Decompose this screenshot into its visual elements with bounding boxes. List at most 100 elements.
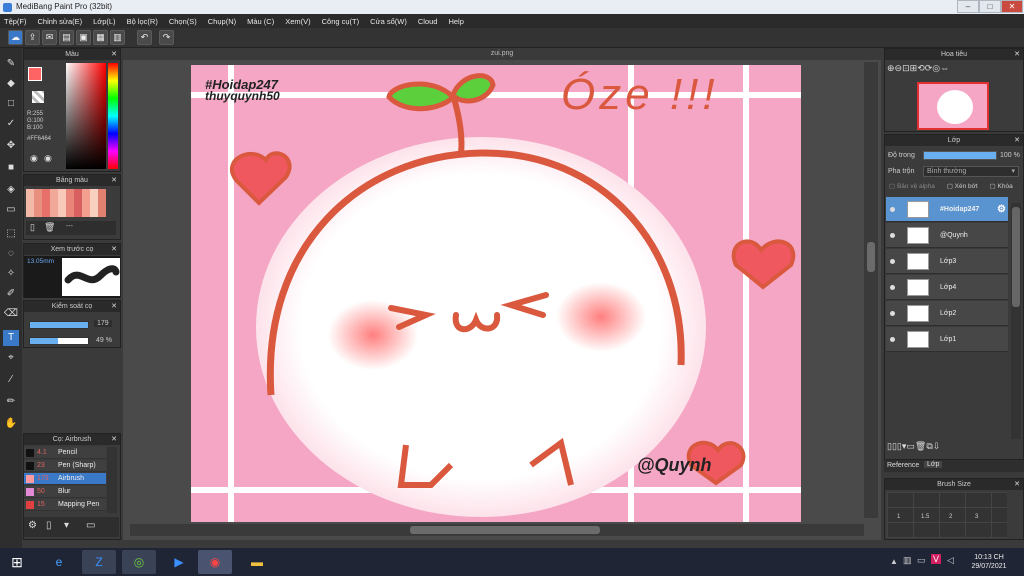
close-icon[interactable]: ✕ [111,175,117,186]
canvas-hscroll[interactable] [130,524,864,536]
layer-row[interactable]: Lớp2 [886,301,1008,326]
brush-size-value[interactable]: 179 [94,320,112,327]
magic-wand-tool-icon[interactable]: ✧ [3,266,19,282]
blend-mode-select[interactable]: Bình thường ▾ [923,166,1019,177]
layer-scrollbar[interactable] [1011,203,1021,439]
menu-select[interactable]: Chọn(S) [169,17,197,26]
text-tool-icon[interactable]: T [3,330,19,346]
menu-tools[interactable]: Công cụ(T) [322,17,360,26]
brush-size-1[interactable]: 1 [897,514,900,520]
protect-alpha-checkbox[interactable]: ▢ [889,183,897,190]
canvas-hscroll-thumb[interactable] [410,526,600,534]
layer-opacity-slider[interactable] [923,151,997,160]
visibility-icon[interactable] [890,311,895,316]
grid-icon[interactable]: ▦ [93,30,108,45]
move-tool-icon[interactable]: ✥ [3,138,19,154]
reference-tab[interactable]: Reference [887,462,919,469]
canvas-vscroll-thumb[interactable] [867,242,875,272]
close-icon[interactable]: ✕ [111,49,117,60]
layer-row[interactable]: Lớp1 [886,327,1008,352]
layer-row[interactable]: Lớp4 [886,275,1008,300]
rectangle-tool-icon[interactable]: □ [3,96,19,112]
brush-size-3[interactable]: 3 [975,514,978,520]
battery-icon[interactable]: ▭ [917,555,926,566]
visibility-icon[interactable] [890,337,895,342]
visibility-icon[interactable] [890,259,895,264]
select-eraser-tool-icon[interactable]: ⌫ [3,306,19,322]
brush-menu-icon[interactable]: ▾ [64,520,69,531]
brush-size-slider[interactable] [29,321,89,329]
explorer-icon[interactable]: ▬ [240,550,274,574]
menu-snap[interactable]: Chụp(N) [208,17,236,26]
delete-layer-icon[interactable]: 🗑 [915,441,926,451]
cloud-icon[interactable]: ☁ [8,30,23,45]
network-icon[interactable]: ▥ [903,555,912,566]
eraser-tool-icon[interactable]: ◆ [3,76,19,92]
close-icon[interactable]: ✕ [111,434,117,445]
menu-help[interactable]: Help [448,17,463,26]
document-tab[interactable]: zui.png [123,48,881,60]
brush-folder-icon[interactable]: ▭ [86,520,95,531]
saturation-picker[interactable] [66,63,106,169]
layer-row[interactable]: Lớp3 [886,249,1008,274]
brush-settings-icon[interactable]: ⚙ [28,520,37,531]
fit-icon[interactable]: ⊡ [902,63,910,73]
flip-icon[interactable]: ⇔ [940,63,949,73]
ie-icon[interactable]: e [42,550,76,574]
brush-opacity-slider[interactable] [29,337,89,345]
hue-slider[interactable] [108,63,118,169]
new-page-icon[interactable]: ▯ [30,222,35,233]
undo-icon[interactable]: ↶ [137,30,152,45]
reset-rotation-icon[interactable]: ◎ [932,63,940,73]
add-brush-icon[interactable]: ▯ [46,520,52,531]
start-button[interactable]: ⊞ [4,550,30,574]
open-icon[interactable]: ▤ [59,30,74,45]
brush-tool-icon[interactable]: ✎ [3,56,19,72]
maximize-button[interactable]: □ [979,0,1001,13]
brush-size-1-5[interactable]: 1.5 [921,514,929,520]
menu-color[interactable]: Màu (C) [247,17,274,26]
trash-icon[interactable]: 🗑 [44,222,55,233]
color-set-icon[interactable]: ◉ [44,153,52,164]
minimize-button[interactable]: – [957,0,979,13]
tray-arrow-icon[interactable]: ▲ [890,557,898,566]
layer-row[interactable]: @Quynh [886,223,1008,248]
layer-tab[interactable]: Lớp [924,461,943,468]
layout-icon[interactable]: ▥ [110,30,125,45]
medibang-icon[interactable]: ◉ [198,550,232,574]
rotate-left-icon[interactable]: ⟲ [917,63,925,73]
canvas-vscroll[interactable] [864,62,878,518]
menu-filter[interactable]: Bộ lọc(R) [127,17,158,26]
visibility-icon[interactable] [890,233,895,238]
comment-icon[interactable]: ✉ [42,30,57,45]
pencil-tool-icon[interactable]: ✏ [3,394,19,410]
menu-window[interactable]: Cửa sổ(W) [370,17,407,26]
brush-row[interactable]: 50 Blur [24,486,106,498]
menu-view[interactable]: Xem(V) [285,17,310,26]
close-icon[interactable]: ✕ [1014,49,1020,60]
color-wheel-icon[interactable]: ◉ [30,153,38,164]
brush-list-scrollbar[interactable] [107,447,117,513]
frame-tool-icon[interactable]: ⌖ [3,350,19,366]
merge-layer-icon[interactable]: ⇩ [933,441,941,451]
layer-row[interactable]: #Hoidap247 ⚙ [886,197,1008,222]
close-icon[interactable]: ✕ [1014,135,1020,146]
gradient-tool-icon[interactable]: ▭ [3,202,19,218]
layer-folder-icon[interactable]: ▭ [906,441,915,451]
upload-icon[interactable]: ⇪ [25,30,40,45]
coccoc-icon[interactable]: ◎ [122,550,156,574]
zalo-icon[interactable]: Z [82,550,116,574]
palette-swatches[interactable] [26,189,106,217]
close-icon[interactable]: ✕ [1014,479,1020,490]
hand-tool-icon[interactable]: ✋ [3,416,19,432]
brush-size-grid[interactable]: 1 1.5 2 3 [887,492,1007,538]
zoom-out-icon[interactable]: ⊖ [895,63,903,73]
transparent-swatch[interactable] [32,91,44,103]
layer-scrollbar-thumb[interactable] [1012,207,1020,307]
close-button[interactable]: ✕ [1001,0,1023,13]
select-tool-icon[interactable]: ⬚ [3,226,19,242]
zoom-icon[interactable]: ▶ [162,550,196,574]
clipping-checkbox[interactable]: ▢ [947,183,955,190]
eyedropper-tool-icon[interactable]: ⁄ [3,372,19,388]
visibility-icon[interactable] [890,285,895,290]
